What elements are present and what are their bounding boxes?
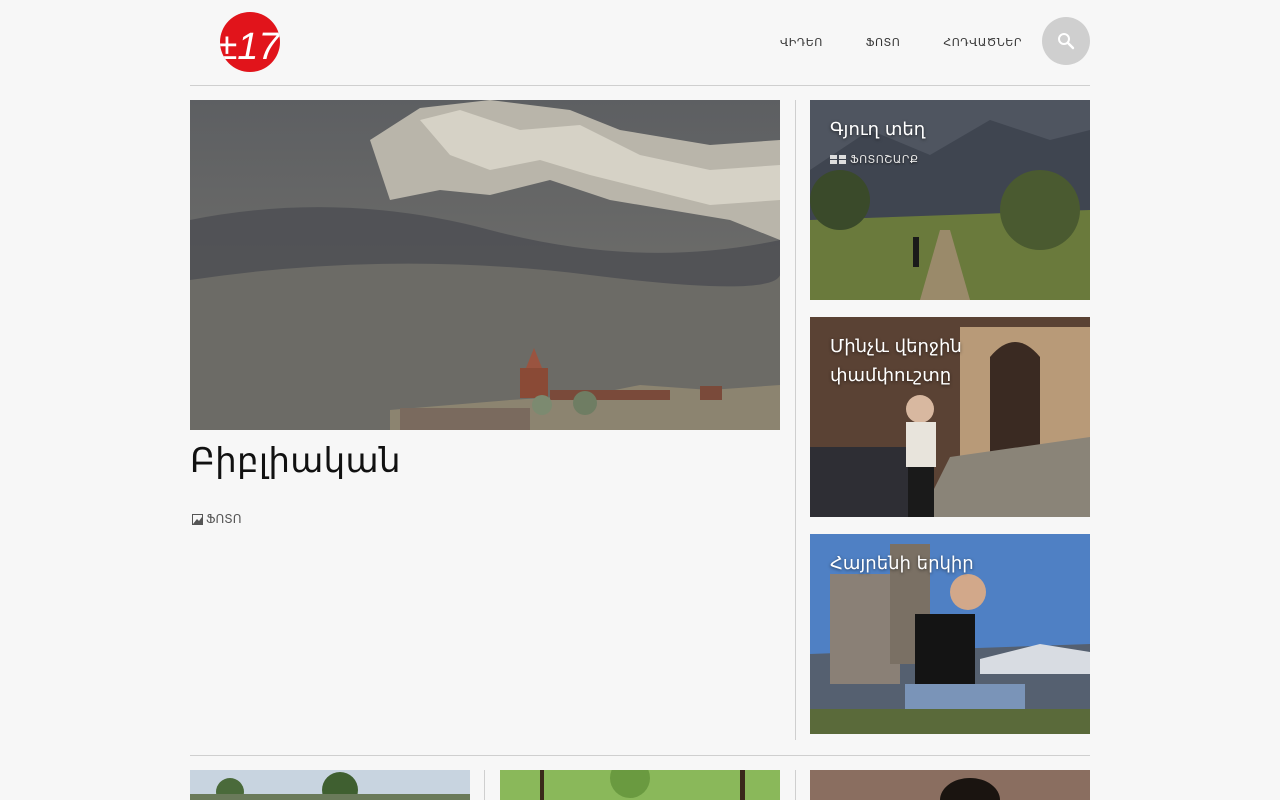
featured-article: Բիբլիական ՖՈՏՈ bbox=[190, 100, 780, 526]
nav-photo[interactable]: ՖՈՏՈ bbox=[866, 0, 901, 85]
logo-mark: ±17 bbox=[220, 26, 280, 68]
photo-icon bbox=[192, 513, 203, 525]
column-divider bbox=[795, 100, 796, 740]
card-category-label: ՖՈՏՈՇԱՐՔ bbox=[850, 153, 919, 166]
search-button[interactable] bbox=[1042, 17, 1090, 65]
featured-category-label: ՖՈՏՈ bbox=[206, 512, 242, 526]
main-nav: ՎԻԴԵՈ ՖՈՏՈ ՀՈԴՎԱԾՆԵՐ bbox=[737, 0, 1022, 85]
column-divider bbox=[484, 770, 485, 800]
featured-image[interactable] bbox=[190, 100, 780, 430]
column-divider bbox=[795, 770, 796, 800]
gallery-icon bbox=[830, 155, 846, 164]
article-card[interactable]: Մինչև վերջին փամփուշտը bbox=[810, 317, 1090, 517]
article-card[interactable]: Հայրենի երկիր bbox=[810, 534, 1090, 734]
featured-category[interactable]: ՖՈՏՈ bbox=[192, 512, 242, 526]
card-image bbox=[810, 770, 1090, 800]
search-icon bbox=[1058, 33, 1075, 50]
section-divider bbox=[190, 755, 1090, 756]
card-image bbox=[190, 770, 470, 800]
card-title: Մինչև վերջին փամփուշտը bbox=[830, 336, 962, 386]
card-title: Գյուղ տեղ bbox=[830, 119, 926, 140]
logo-text: ±17 bbox=[220, 26, 280, 68]
card-image bbox=[500, 770, 780, 800]
article-card[interactable] bbox=[500, 770, 780, 800]
card-category: ՖՈՏՈՇԱՐՔ bbox=[830, 153, 918, 166]
article-card[interactable] bbox=[810, 770, 1090, 800]
article-card[interactable] bbox=[190, 770, 470, 800]
card-title: Հայրենի երկիր bbox=[830, 553, 974, 574]
nav-articles[interactable]: ՀՈԴՎԱԾՆԵՐ bbox=[943, 0, 1022, 85]
site-logo[interactable]: ±17 bbox=[220, 12, 280, 72]
site-header: ±17 ՎԻԴԵՈ ՖՈՏՈ ՀՈԴՎԱԾՆԵՐ bbox=[190, 0, 1090, 86]
page: ±17 ՎԻԴԵՈ ՖՈՏՈ ՀՈԴՎԱԾՆԵՐ Բիբլիական ՖՈՏՈ … bbox=[190, 0, 1090, 800]
featured-title[interactable]: Բիբլիական bbox=[190, 440, 780, 482]
nav-video[interactable]: ՎԻԴԵՈ bbox=[780, 0, 823, 85]
article-card[interactable]: Գյուղ տեղ ՖՈՏՈՇԱՐՔ bbox=[810, 100, 1090, 300]
